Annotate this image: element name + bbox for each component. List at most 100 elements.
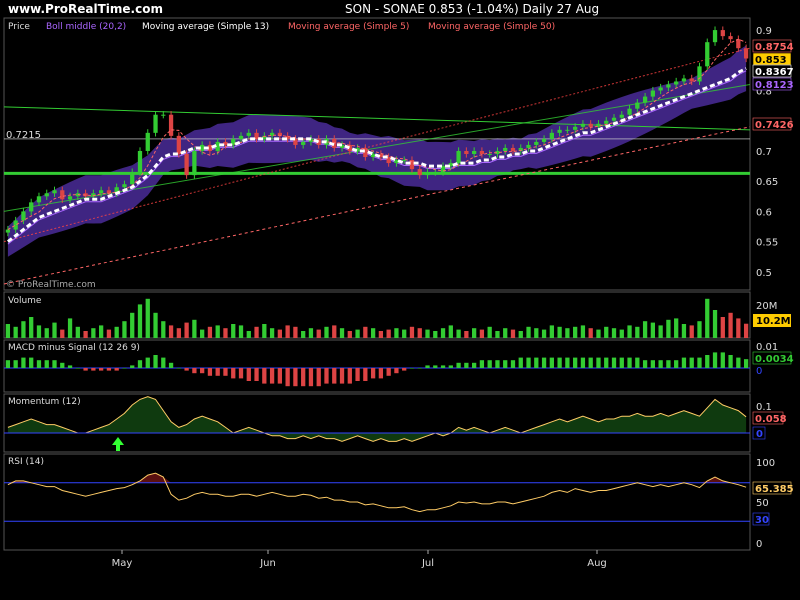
macd-bar [674,360,679,368]
macd-bar [176,368,181,369]
candle-body [21,211,26,221]
momentum-title: Momentum (12) [8,397,81,407]
macd-bar [619,357,624,368]
macd-bar [417,368,422,369]
macd-bar [541,357,547,368]
candle-body [720,30,725,37]
candle-body [580,123,586,127]
candle-body [658,87,663,91]
macd-bar [689,357,694,368]
volume-bar [565,328,570,338]
macd-bar [316,368,321,387]
macd-bar [44,360,49,368]
candle-body [153,114,158,133]
volume-bar [269,328,275,338]
candle-body [541,138,547,142]
volume-bar [223,328,228,338]
volume-bar [324,326,329,338]
price-value-tag: 0.853 [755,55,787,66]
macd-bar [402,368,407,371]
volume-bar [5,324,11,338]
volume-bar [689,325,694,338]
legend-item: Boll middle (20,2) [46,22,126,32]
candle-body [557,129,562,133]
macd-bar [355,368,360,381]
volume-bar [479,329,485,338]
macd-bar [448,365,453,368]
macd-bar [611,357,617,368]
copyright: © ProRealTime.com [6,280,96,290]
macd-bar [332,368,337,384]
macd-bar [658,360,663,368]
candle-body [192,150,197,176]
volume-bar [29,317,34,338]
volume-bar [184,322,189,338]
volume-bar [83,331,88,338]
macd-bar [277,368,283,384]
volume-bar [91,328,96,338]
volume-bar [153,312,158,338]
macd-bar [5,360,11,368]
volume-bar [720,317,725,338]
candle-body [689,78,694,82]
volume-bar [238,325,244,338]
volume-bar [394,328,399,338]
candle-body [549,132,554,139]
candle-body [13,220,18,230]
macd-bar [409,368,415,369]
macd-bar [130,365,135,368]
volume-bar [370,328,376,338]
candle-body [176,135,181,154]
candle-body [130,172,135,185]
price-tick-label: 0.5 [756,268,772,279]
candle-body [510,147,516,151]
volume-bar [137,304,143,338]
volume-bar [21,321,26,338]
macd-bar [503,360,508,368]
volume-bar [743,323,749,338]
candle-body [503,147,508,151]
volume-bar [417,328,422,338]
volume-bar [448,325,453,338]
macd-bar [487,360,492,368]
legend-item: Price [8,22,30,32]
macd-bar [433,365,438,368]
macd-title: MACD minus Signal (12 26 9) [8,343,140,353]
macd-bar [712,352,718,368]
candle-body [417,169,422,176]
macd-bar [145,357,150,368]
macd-bar [394,368,399,374]
macd-bar [207,368,213,376]
x-axis-label: Aug [587,558,607,569]
momentum-tag: 0.058 [755,414,787,425]
macd-bar [565,357,570,368]
volume-bar [495,331,500,338]
macd-bar [627,357,632,368]
price-value-tag: 0.8367 [755,67,794,78]
candle-body [98,190,104,194]
volume-bar [332,325,337,338]
volume-bar [207,326,213,338]
legend-item: Moving average (Simple 13) [142,22,269,32]
volume-bar [611,328,617,338]
rsi-title: RSI (14) [8,457,44,467]
macd-bar [705,355,710,368]
volume-bar [316,329,321,338]
macd-bar [464,362,469,368]
macd-bar [238,368,244,379]
macd-bar [21,357,26,368]
volume-bar [471,328,477,338]
volume-bar [712,310,718,338]
volume-tick: 20M [756,301,777,312]
volume-bar [674,318,679,338]
macd-bar [347,368,352,384]
price-tick-label: 0.65 [756,177,778,188]
x-axis-label: Jun [259,558,276,569]
volume-bar [534,328,539,338]
volume-bar [596,329,601,338]
macd-bar [425,365,430,368]
macd-bar [479,360,485,368]
price-tick-label: 0.6 [756,207,772,218]
price-tick-label: 0.55 [756,238,778,249]
volume-bar [246,331,251,338]
